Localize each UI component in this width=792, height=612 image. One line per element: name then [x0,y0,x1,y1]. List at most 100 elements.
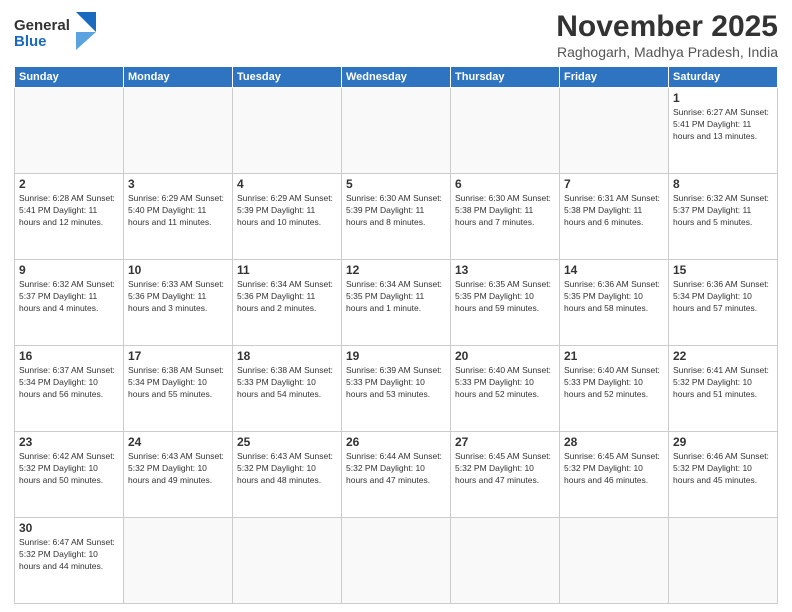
day-info: Sunrise: 6:34 AM Sunset: 5:35 PM Dayligh… [346,279,446,315]
title-area: November 2025 Raghogarh, Madhya Pradesh,… [556,10,778,60]
table-row: 2 Sunrise: 6:28 AM Sunset: 5:41 PM Daylig… [15,174,124,260]
day-info: Sunrise: 6:37 AM Sunset: 5:34 PM Dayligh… [19,365,119,401]
day-number: 26 [346,435,446,449]
day-info: Sunrise: 6:45 AM Sunset: 5:32 PM Dayligh… [455,451,555,487]
table-row [15,88,124,174]
day-info: Sunrise: 6:35 AM Sunset: 5:35 PM Dayligh… [455,279,555,315]
table-row: 20Sunrise: 6:40 AM Sunset: 5:33 PM Dayli… [451,346,560,432]
day-number: 13 [455,263,555,277]
table-row: 16 Sunrise: 6:37 AM Sunset: 5:34 PM Dayli… [15,346,124,432]
location-subtitle: Raghogarh, Madhya Pradesh, India [556,44,778,60]
table-row [233,88,342,174]
day-info: Sunrise: 6:47 AM Sunset: 5:32 PM Dayligh… [19,537,119,573]
day-number: 4 [237,177,337,191]
header-sunday: Sunday [15,67,124,88]
calendar-table: Sunday Monday Tuesday Wednesday Thursday… [14,66,778,604]
table-row [560,88,669,174]
day-number: 9 [19,263,119,277]
table-row: 27 Sunrise: 6:45 AM Sunset: 5:32 PM Dayli… [451,432,560,518]
day-info: Sunrise: 6:30 AM Sunset: 5:39 PM Dayligh… [346,193,446,229]
day-number: 29 [673,435,773,449]
day-number: 7 [564,177,664,191]
table-row: 14 Sunrise: 6:36 AM Sunset: 5:35 PM Dayli… [560,260,669,346]
day-number: 14 [564,263,664,277]
table-row: 30Sunrise: 6:47 AM Sunset: 5:32 PM Dayli… [15,518,124,604]
table-row: 24 Sunrise: 6:43 AM Sunset: 5:32 PM Dayli… [124,432,233,518]
table-row: 18 Sunrise: 6:38 AM Sunset: 5:33 PM Dayli… [233,346,342,432]
day-info: Sunrise: 6:28 AM Sunset: 5:41 PM Dayligh… [19,193,119,229]
day-number: 11 [237,263,337,277]
day-number: 27 [455,435,555,449]
day-number: 22 [673,349,773,363]
table-row: 17 Sunrise: 6:38 AM Sunset: 5:34 PM Dayli… [124,346,233,432]
header-saturday: Saturday [669,67,778,88]
day-number: 3 [128,177,228,191]
day-info: Sunrise: 6:43 AM Sunset: 5:32 PM Dayligh… [237,451,337,487]
day-number: 21 [564,349,664,363]
day-number: 18 [237,349,337,363]
day-number: 23 [19,435,119,449]
day-number: 17 [128,349,228,363]
svg-text:General: General [14,17,70,34]
table-row: 7 Sunrise: 6:31 AM Sunset: 5:38 PM Daylig… [560,174,669,260]
table-row: 22 Sunrise: 6:41 AM Sunset: 5:32 PM Dayli… [669,346,778,432]
day-number: 2 [19,177,119,191]
header-tuesday: Tuesday [233,67,342,88]
day-info: Sunrise: 6:43 AM Sunset: 5:32 PM Dayligh… [128,451,228,487]
table-row [342,88,451,174]
header-friday: Friday [560,67,669,88]
day-number: 6 [455,177,555,191]
day-info: Sunrise: 6:30 AM Sunset: 5:38 PM Dayligh… [455,193,555,229]
day-info: Sunrise: 6:41 AM Sunset: 5:32 PM Dayligh… [673,365,773,401]
day-info: Sunrise: 6:46 AM Sunset: 5:32 PM Dayligh… [673,451,773,487]
table-row [451,88,560,174]
day-info: Sunrise: 6:44 AM Sunset: 5:32 PM Dayligh… [346,451,446,487]
day-info: Sunrise: 6:36 AM Sunset: 5:34 PM Dayligh… [673,279,773,315]
header-wednesday: Wednesday [342,67,451,88]
day-info: Sunrise: 6:32 AM Sunset: 5:37 PM Dayligh… [19,279,119,315]
day-info: Sunrise: 6:32 AM Sunset: 5:37 PM Dayligh… [673,193,773,229]
table-row [124,88,233,174]
day-number: 16 [19,349,119,363]
table-row: 26 Sunrise: 6:44 AM Sunset: 5:32 PM Dayli… [342,432,451,518]
day-info: Sunrise: 6:38 AM Sunset: 5:33 PM Dayligh… [237,365,337,401]
day-info: Sunrise: 6:36 AM Sunset: 5:35 PM Dayligh… [564,279,664,315]
table-row: 4 Sunrise: 6:29 AM Sunset: 5:39 PM Daylig… [233,174,342,260]
table-row [233,518,342,604]
day-number: 8 [673,177,773,191]
table-row [669,518,778,604]
day-number: 25 [237,435,337,449]
day-number: 15 [673,263,773,277]
table-row: 3 Sunrise: 6:29 AM Sunset: 5:40 PM Daylig… [124,174,233,260]
table-row: 29 Sunrise: 6:46 AM Sunset: 5:32 PM Dayli… [669,432,778,518]
svg-text:Blue: Blue [14,33,47,50]
day-info: Sunrise: 6:39 AM Sunset: 5:33 PM Dayligh… [346,365,446,401]
header-thursday: Thursday [451,67,560,88]
table-row [451,518,560,604]
table-row: 9 Sunrise: 6:32 AM Sunset: 5:37 PM Daylig… [15,260,124,346]
day-info: Sunrise: 6:31 AM Sunset: 5:38 PM Dayligh… [564,193,664,229]
day-number: 19 [346,349,446,363]
table-row: 8 Sunrise: 6:32 AM Sunset: 5:37 PM Daylig… [669,174,778,260]
table-row: 12Sunrise: 6:34 AM Sunset: 5:35 PM Dayli… [342,260,451,346]
day-info: Sunrise: 6:40 AM Sunset: 5:33 PM Dayligh… [455,365,555,401]
table-row: 23Sunrise: 6:42 AM Sunset: 5:32 PM Dayli… [15,432,124,518]
month-title: November 2025 [556,10,778,44]
logo: General Blue [14,10,104,52]
table-row: 5 Sunrise: 6:30 AM Sunset: 5:39 PM Daylig… [342,174,451,260]
day-number: 5 [346,177,446,191]
table-row: 10Sunrise: 6:33 AM Sunset: 5:36 PM Dayli… [124,260,233,346]
table-row: 6 Sunrise: 6:30 AM Sunset: 5:38 PM Daylig… [451,174,560,260]
table-row: 13 Sunrise: 6:35 AM Sunset: 5:35 PM Dayli… [451,260,560,346]
header-monday: Monday [124,67,233,88]
table-row: 28 Sunrise: 6:45 AM Sunset: 5:32 PM Dayli… [560,432,669,518]
day-number: 24 [128,435,228,449]
day-info: Sunrise: 6:29 AM Sunset: 5:39 PM Dayligh… [237,193,337,229]
day-info: Sunrise: 6:29 AM Sunset: 5:40 PM Dayligh… [128,193,228,229]
day-number: 28 [564,435,664,449]
day-info: Sunrise: 6:45 AM Sunset: 5:32 PM Dayligh… [564,451,664,487]
table-row [342,518,451,604]
table-row [124,518,233,604]
day-info: Sunrise: 6:38 AM Sunset: 5:34 PM Dayligh… [128,365,228,401]
table-row: 11Sunrise: 6:34 AM Sunset: 5:36 PM Dayli… [233,260,342,346]
